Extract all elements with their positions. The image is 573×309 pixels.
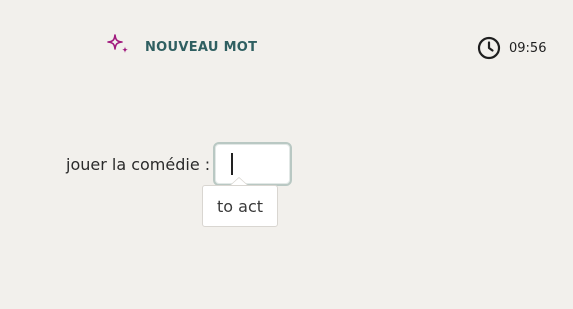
hint-text: to act <box>216 196 264 216</box>
sparkle-icon <box>107 34 128 53</box>
answer-field[interactable] <box>213 142 293 186</box>
text-caret <box>231 153 234 175</box>
timer-value: 09:56 <box>509 40 547 56</box>
hint-tooltip: to act <box>202 185 278 227</box>
clock-icon <box>477 36 501 60</box>
header: NOUVEAU MOT 09:56 <box>0 0 573 96</box>
new-word-badge-label: NOUVEAU MOT <box>145 40 258 55</box>
prompt-label: jouer la comédie : <box>66 154 211 174</box>
timer: 09:56 <box>477 36 546 60</box>
exercise-row: jouer la comédie : <box>66 142 293 186</box>
answer-input[interactable] <box>217 146 289 182</box>
